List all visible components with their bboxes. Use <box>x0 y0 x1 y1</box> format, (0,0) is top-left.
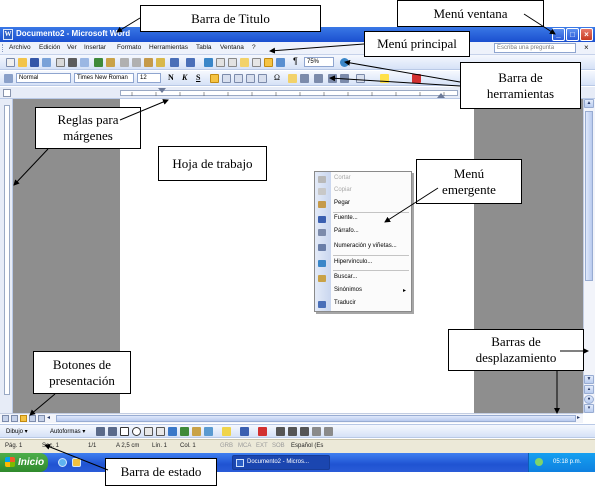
arrow-main-menu <box>269 43 365 54</box>
arrow-toolbars-b <box>329 75 461 87</box>
arrow-popup-menu <box>384 187 439 223</box>
arrow-status-bar <box>44 444 109 471</box>
arrow-window-menu <box>523 13 556 35</box>
arrow-hruler <box>119 99 169 121</box>
arrow-title-bar <box>116 17 141 33</box>
arrow-toolbars-a <box>344 59 461 83</box>
annotation-arrows <box>13 13 589 471</box>
arrow-vruler <box>13 148 49 186</box>
arrow-view-buttons <box>29 393 56 416</box>
